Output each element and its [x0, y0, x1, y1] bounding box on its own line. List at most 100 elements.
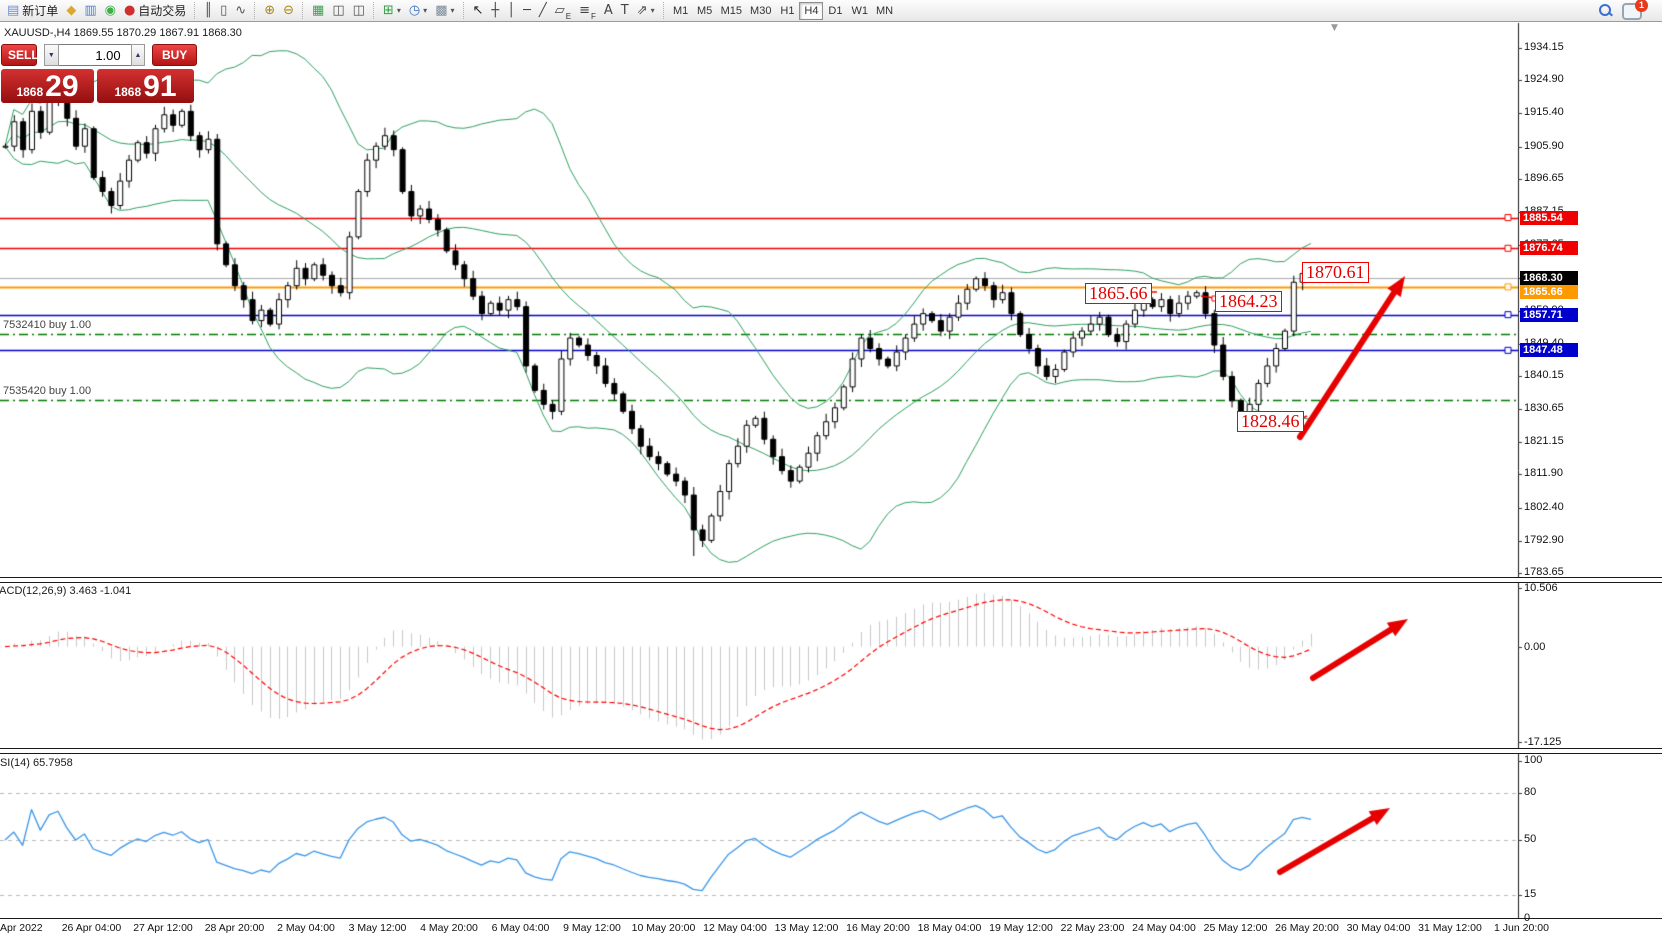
trendline-icon[interactable]: ╱	[535, 1, 551, 21]
candlestick-chart-icon: ▯	[220, 4, 227, 17]
price-axis-tick: 1840.15	[1524, 369, 1594, 381]
new-order-button[interactable]: ▤新订单	[3, 1, 62, 21]
price-level-label: 1876.74	[1520, 241, 1578, 255]
price-axis-tick: 1934.15	[1524, 41, 1594, 53]
arrows-icon[interactable]: ⇗▾	[633, 1, 659, 21]
bar-chart-icon[interactable]: ║	[200, 1, 216, 21]
chart-canvas[interactable]	[0, 0, 1662, 939]
toolbar-right: 1	[1595, 0, 1662, 22]
price-annotation[interactable]: 1864.23	[1215, 291, 1282, 312]
line-chart-icon: ∿	[235, 4, 246, 17]
ask-price-display: 1868 91	[97, 69, 194, 103]
chat-icon[interactable]: 1	[1622, 3, 1642, 20]
timeframe-M5[interactable]: M5	[693, 2, 717, 20]
template-icon-caret: ▾	[450, 6, 454, 15]
timeframe-D1[interactable]: D1	[823, 2, 847, 20]
zoom-in-icon[interactable]: ⊕	[260, 1, 279, 21]
rsi-axis-tick: 50	[1524, 833, 1594, 845]
indicator-window-icon[interactable]: ◫	[328, 1, 348, 21]
fibonacci-icon-sub: F	[591, 12, 596, 21]
timeframe-H4[interactable]: H4	[799, 2, 823, 20]
autotrade-button-label: 自动交易	[138, 2, 186, 19]
panel-splitter-rsi[interactable]	[0, 748, 1662, 754]
arrows-icon: ⇗	[637, 4, 648, 17]
sell-button[interactable]: SELL	[1, 44, 37, 66]
autotrade-button[interactable]: ●自动交易	[120, 1, 190, 21]
timeframe-H1[interactable]: H1	[775, 2, 799, 20]
price-level-label: 1868.30	[1520, 271, 1578, 285]
signals-icon: ◉	[105, 4, 116, 17]
price-axis-tick: 1905.90	[1524, 140, 1594, 152]
timeframe-M15[interactable]: M15	[717, 2, 746, 20]
price-axis-tick: 1821.15	[1524, 435, 1594, 447]
crosshair-icon: ┼	[491, 4, 499, 17]
macd-axis-tick: 0.00	[1524, 641, 1594, 653]
add-indicator-icon: ⊞	[383, 4, 394, 17]
macd-axis-tick: 10.506	[1524, 582, 1594, 594]
signals-icon[interactable]: ◉	[101, 1, 120, 21]
volume-up-button[interactable]: ▲	[131, 44, 146, 66]
label-icon[interactable]: T	[617, 1, 633, 21]
price-level-label: 1885.54	[1520, 211, 1578, 225]
timeframe-M1[interactable]: M1	[669, 2, 693, 20]
cursor-icon: ↖	[473, 4, 484, 17]
one-click-trading-widget: SELL ▼ ▲ BUY 1868 29 1868 91	[1, 44, 197, 103]
channel-icon-sub: E	[566, 12, 571, 21]
timeframe-M30[interactable]: M30	[746, 2, 775, 20]
buy-button[interactable]: BUY	[152, 44, 197, 66]
line-chart-icon[interactable]: ∿	[231, 1, 250, 21]
timeframe-MN[interactable]: MN	[872, 2, 897, 20]
price-level-label: 1847.48	[1520, 343, 1578, 357]
tile-windows-icon[interactable]: ▦	[308, 1, 328, 21]
crosshair-icon[interactable]: ┼	[487, 1, 503, 21]
horizontal-line-icon: ─	[523, 4, 531, 17]
navigator-window-icon[interactable]: ◫	[349, 1, 369, 21]
add-indicator-icon[interactable]: ⊞▾	[379, 1, 405, 21]
period-clock-icon[interactable]: ◷▾	[405, 1, 431, 21]
price-axis-tick: 1811.90	[1524, 467, 1594, 479]
vertical-line-icon[interactable]: │	[503, 1, 519, 21]
rsi-axis-tick: 100	[1524, 754, 1594, 766]
indicator-window-icon: ◫	[332, 4, 344, 17]
position-label: 7535420 buy 1.00	[3, 385, 91, 397]
gold-deposit-icon[interactable]: ◆	[62, 1, 80, 21]
horizontal-line-icon[interactable]: ─	[519, 1, 535, 21]
unread-badge: 1	[1635, 0, 1648, 12]
toolbar-separator	[254, 2, 256, 19]
fibonacci-icon[interactable]: ≡F	[575, 1, 600, 21]
volume-down-button[interactable]: ▼	[44, 44, 59, 66]
timeframe-W1[interactable]: W1	[847, 2, 872, 20]
template-icon: ▩	[435, 4, 447, 17]
toolbar-separator	[302, 2, 304, 19]
period-clock-icon: ◷	[409, 4, 420, 17]
gold-deposit-icon: ◆	[66, 4, 76, 17]
text-icon: A	[604, 4, 613, 17]
profile-chart-icon: ▥	[84, 4, 96, 17]
price-annotation[interactable]: 1870.61	[1302, 262, 1369, 283]
ask-fraction: 91	[143, 72, 176, 102]
toolbar-separator	[663, 2, 665, 19]
add-indicator-icon-caret: ▾	[397, 6, 401, 15]
panel-splitter-macd[interactable]	[0, 577, 1662, 583]
price-annotation[interactable]: 1828.46	[1237, 411, 1304, 432]
price-annotation[interactable]: 1865.66	[1085, 283, 1152, 304]
autotrade-icon: ●	[124, 4, 135, 17]
position-label: 7532410 buy 1.00	[3, 319, 91, 331]
label-icon: T	[621, 4, 629, 17]
rsi-label: RSI(14) 65.7958	[0, 757, 73, 769]
chart-shift-marker: ▼	[1331, 23, 1338, 33]
channel-icon[interactable]: ▱E	[551, 1, 575, 21]
template-icon[interactable]: ▩▾	[431, 1, 458, 21]
navigator-window-icon: ◫	[353, 4, 365, 17]
candlestick-chart-icon[interactable]: ▯	[216, 1, 231, 21]
text-icon[interactable]: A	[600, 1, 617, 21]
cursor-icon[interactable]: ↖	[469, 1, 488, 21]
volume-input[interactable]	[59, 44, 131, 66]
ask-integer: 1868	[114, 85, 141, 99]
toolbar-separator	[463, 2, 465, 19]
bid-integer: 1868	[16, 85, 43, 99]
price-axis-tick: 1924.90	[1524, 73, 1594, 85]
search-icon[interactable]	[1598, 3, 1614, 19]
zoom-out-icon[interactable]: ⊖	[279, 1, 298, 21]
profile-chart-icon[interactable]: ▥	[80, 1, 100, 21]
